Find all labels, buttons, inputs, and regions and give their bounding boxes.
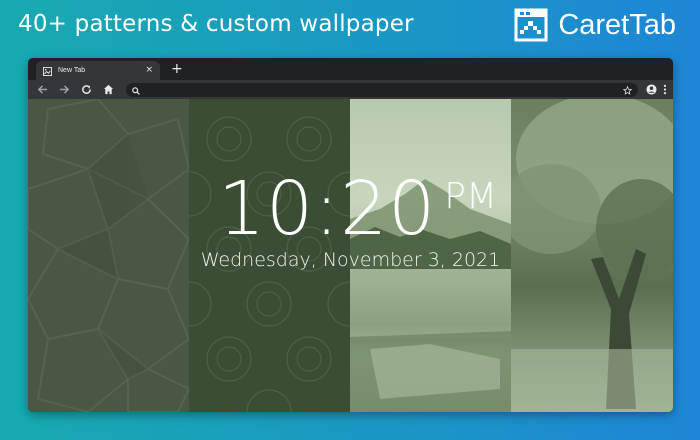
promo-headline: 40+ patterns & custom wallpaper — [18, 11, 414, 37]
clock: 10:20 PM Wednesday, November 3, 2021 — [28, 171, 673, 271]
clock-date: Wednesday, November 3, 2021 — [200, 249, 501, 271]
brand-name: CaretTab — [558, 8, 676, 41]
toolbar — [28, 80, 673, 99]
back-arrow-icon[interactable] — [34, 82, 50, 98]
home-icon[interactable] — [100, 82, 116, 98]
image-icon — [43, 61, 52, 80]
new-tab-page: 10:20 PM Wednesday, November 3, 2021 — [28, 99, 673, 412]
clock-time: 10:20 — [217, 166, 437, 252]
tab-title: New Tab — [58, 67, 86, 74]
brand: CaretTab — [514, 8, 676, 42]
carettab-logo-icon — [514, 8, 548, 42]
account-icon[interactable] — [646, 80, 657, 99]
tab-new-tab[interactable]: New Tab × — [36, 61, 160, 80]
new-tab-button[interactable]: + — [171, 60, 183, 78]
forward-arrow-icon[interactable] — [56, 82, 72, 98]
search-icon — [132, 80, 140, 99]
close-icon[interactable]: × — [145, 66, 153, 75]
star-icon[interactable] — [622, 80, 633, 99]
reload-icon[interactable] — [78, 82, 94, 98]
browser-window: New Tab × + 10:20 PM Wednesday, November… — [28, 58, 673, 412]
clock-ampm: PM — [444, 176, 498, 217]
tab-strip: New Tab × + — [28, 58, 673, 80]
menu-icon[interactable] — [663, 80, 667, 99]
omnibox[interactable] — [126, 80, 638, 99]
